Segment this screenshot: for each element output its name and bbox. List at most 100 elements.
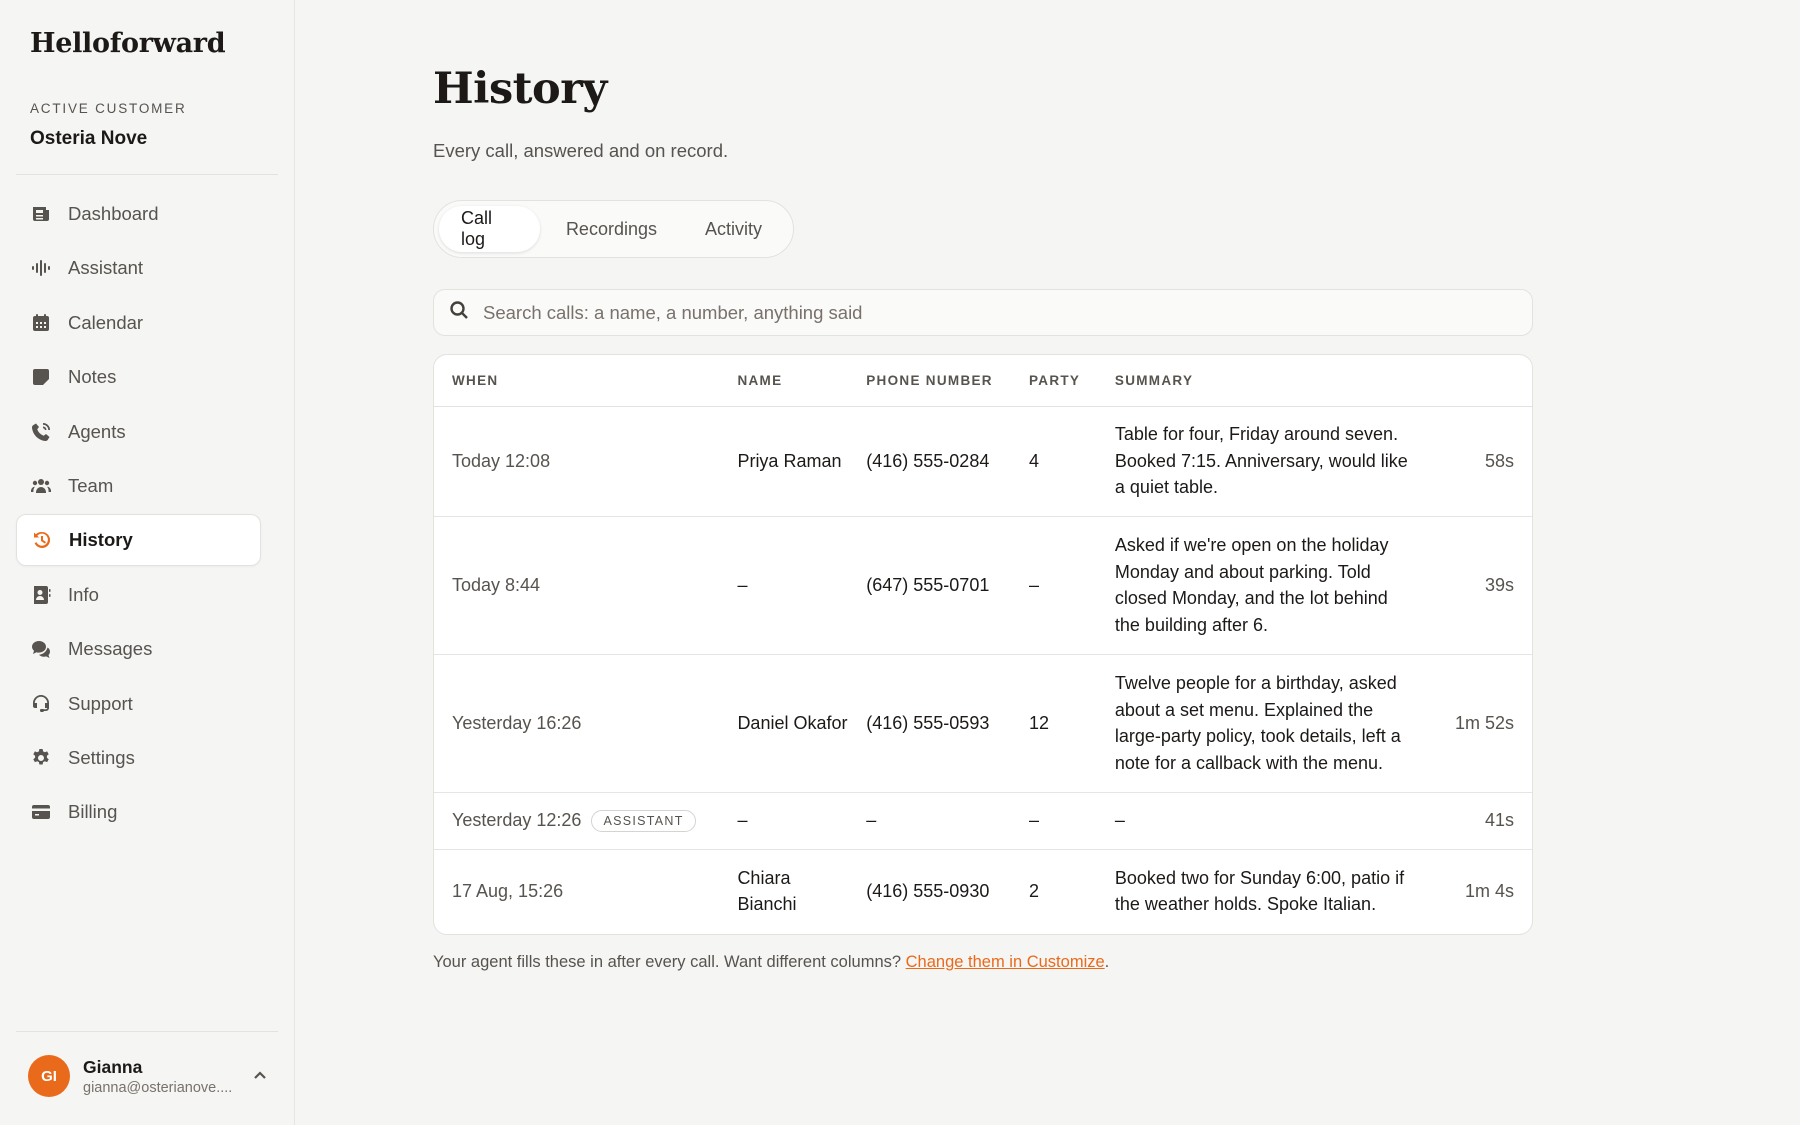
sidebar-item-info[interactable]: Info [16,569,261,621]
sidebar-item-label: Notes [68,366,117,388]
table-footnote: Your agent fills these in after every ca… [433,953,1109,972]
table-row[interactable]: 17 Aug, 15:26 Chiara Bianchi (416) 555-0… [434,849,1532,933]
brand-logo[interactable]: Helloforward [30,28,226,59]
history-icon [31,529,53,551]
cell-when: Today 12:08 [434,406,720,517]
table-row[interactable]: Today 8:44 – (647) 555-0701 – Asked if w… [434,516,1532,655]
sidebar-item-label: Settings [68,746,135,768]
cell-name: Priya Raman [719,406,849,517]
customize-link[interactable]: Change them in Customize [906,953,1105,971]
search-icon [449,300,469,325]
cell-name: Daniel Okafor [719,654,849,793]
credit-card-icon [30,801,52,823]
waveform-icon [30,257,52,279]
calendar-icon [30,312,52,334]
cell-name: – [719,792,849,850]
sidebar-item-messages[interactable]: Messages [16,623,261,675]
chevron-up-icon[interactable] [251,1067,269,1085]
phone-icon [30,421,52,443]
sidebar-item-assistant[interactable]: Assistant [16,242,261,294]
active-customer-label: ACTIVE CUSTOMER [30,101,187,116]
sidebar-item-dashboard[interactable]: Dashboard [16,188,261,240]
sidebar-item-label: Agents [68,420,126,442]
contact-card-icon [30,584,52,606]
column-header-name[interactable]: NAME [719,355,849,407]
cell-party: 4 [1010,406,1097,517]
cell-phone: (416) 555-0284 [848,406,1011,517]
sidebar-item-team[interactable]: Team [16,460,261,512]
search-input[interactable] [483,301,1483,324]
cell-when: 17 Aug, 15:26 [434,849,719,933]
call-log-table: WHEN NAME PHONE NUMBER PARTY SUMMARY Tod… [433,354,1533,935]
avatar: GI [28,1055,70,1097]
cell-duration: 41s [1414,792,1532,850]
dashboard-icon [30,203,52,225]
column-header-party[interactable]: PARTY [1010,355,1097,407]
sidebar-item-agents[interactable]: Agents [16,406,261,458]
cell-when: Yesterday 12:26 ASSISTANT [434,792,720,850]
page-subtitle: Every call, answered and on record. [433,140,729,161]
cell-party: – [1010,516,1097,655]
cell-duration: 1m 52s [1414,654,1532,793]
call-time: Today 12:08 [452,450,551,471]
cell-phone: – [848,792,1011,850]
sidebar-divider [16,174,278,175]
cell-phone: (647) 555-0701 [848,516,1011,655]
cell-phone: (416) 555-0593 [848,654,1011,793]
cell-duration: 1m 4s [1464,881,1514,901]
cell-party: – [1010,792,1097,850]
footnote-text: Your agent fills these in after every ca… [433,953,906,971]
tab-recordings[interactable]: Recordings [544,206,679,252]
search-bar[interactable] [433,289,1533,336]
user-menu[interactable]: GI Gianna gianna@osterianove.... [28,1054,273,1098]
table-row[interactable]: Today 12:08 Priya Raman (416) 555-0284 4… [434,406,1532,517]
headset-icon [30,693,52,715]
call-time: Today 8:44 [452,574,541,595]
cell-name: – [719,516,849,655]
column-header-phone-number[interactable]: PHONE NUMBER [848,355,1011,407]
column-header-when[interactable]: WHEN [434,355,720,407]
table-row[interactable]: Yesterday 12:26 ASSISTANT – – – – 41s [434,792,1532,850]
sidebar-item-label: Support [68,692,133,714]
sidebar: Helloforward ACTIVE CUSTOMER Osteria Nov… [0,0,295,1125]
sidebar-item-history[interactable]: History [16,514,261,567]
cell-summary: Asked if we're open on the holiday Monda… [1096,516,1415,655]
page-title: History [433,64,607,114]
sidebar-item-label: Calendar [68,311,144,333]
cell-summary: Booked two for Sunday 6:00, patio if the… [1114,867,1405,915]
chat-bubbles-icon [30,638,52,660]
table-row[interactable]: Yesterday 16:26 Daniel Okafor (416) 555-… [434,654,1532,793]
active-customer-name: Osteria Nove [30,128,148,149]
sidebar-item-notes[interactable]: Notes [16,351,261,403]
sidebar-item-label: Info [68,583,99,605]
assistant-badge: ASSISTANT [591,810,696,833]
note-icon [30,366,52,388]
tab-activity[interactable]: Activity [683,206,784,252]
user-name: Gianna [83,1056,143,1077]
cell-when: Today 8:44 [434,516,720,655]
call-time: Yesterday 16:26 [452,712,582,733]
tab-call-log[interactable]: Call log [439,206,540,252]
sidebar-item-support[interactable]: Support [16,678,261,730]
sidebar-item-settings[interactable]: Settings [16,732,261,784]
team-icon [30,475,52,497]
cell-summary: Table for four, Friday around seven. Boo… [1096,406,1415,517]
cell-phone: (416) 555-0930 [866,881,990,901]
column-header-summary[interactable]: SUMMARY [1096,355,1415,407]
cell-name: Chiara Bianchi [737,867,797,915]
cell-summary: – [1096,792,1415,850]
sidebar-item-billing[interactable]: Billing [16,786,261,838]
call-time: Yesterday 12:26 [452,810,582,831]
sidebar-item-label: Messages [68,638,153,660]
sidebar-item-label: Team [68,474,114,496]
gear-icon [30,747,52,769]
user-email: gianna@osterianove.... [83,1079,233,1096]
column-header-duration [1414,355,1532,407]
sidebar-item-label: Dashboard [68,203,159,224]
sidebar-item-calendar[interactable]: Calendar [16,297,261,349]
cell-party: 12 [1010,654,1097,793]
table-header-row: WHEN NAME PHONE NUMBER PARTY SUMMARY [434,355,1532,407]
call-time: 17 Aug, 15:26 [452,881,564,901]
sidebar-item-label: History [69,529,133,551]
sidebar-item-label: Billing [68,801,118,823]
